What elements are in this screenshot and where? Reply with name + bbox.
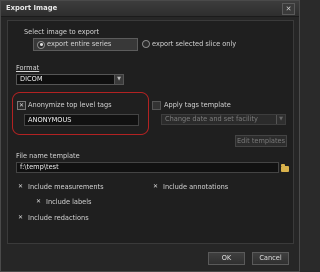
chevron-down-icon[interactable]: ▼ [276,115,285,124]
file-name-template-input[interactable]: f:\temp\test [16,162,279,173]
window-title: Export Image [6,4,58,12]
include-redactions-label[interactable]: Include redactions [28,214,89,222]
anonymize-value-field[interactable]: ANONYMOUS [24,114,139,126]
include-labels-label[interactable]: Include labels [46,198,91,206]
export-image-dialog: Export Image ✕ Select image to export ex… [0,0,300,272]
edit-templates-label: Edit templates [236,137,286,145]
anonymize-checkbox[interactable]: ✕ [17,101,26,110]
apply-tags-template-checkbox[interactable] [152,101,161,110]
include-measurements-checkbox[interactable]: ✕ [17,183,24,190]
export-entire-series-option[interactable]: export entire series [33,38,138,51]
tags-template-value: Change date and set facility [165,115,258,123]
anonymize-value: ANONYMOUS [28,116,72,124]
include-measurements-label[interactable]: Include measurements [28,183,104,191]
ok-button[interactable]: OK [208,252,245,265]
format-value: DICOM [20,75,43,83]
title-bar: Export Image ✕ [1,1,299,17]
include-labels-checkbox[interactable]: ✕ [35,198,42,205]
tags-template-select[interactable]: Change date and set facility ▼ [161,114,286,125]
file-name-template-value: f:\temp\test [20,163,59,171]
ok-label: OK [221,254,232,262]
cancel-label: Cancel [259,254,282,262]
select-image-label: Select image to export [24,28,100,36]
format-select[interactable]: DICOM ▼ [16,74,124,85]
apply-tags-template-label[interactable]: Apply tags template [164,101,231,109]
include-redactions-checkbox[interactable]: ✕ [17,214,24,221]
chevron-down-icon[interactable]: ▼ [114,75,123,84]
include-annotations-label[interactable]: Include annotations [163,183,228,191]
format-label: Format [16,64,40,72]
dialog-body: Select image to export export entire ser… [7,20,294,244]
include-annotations-checkbox[interactable]: ✕ [152,183,159,190]
anonymize-label[interactable]: Anonymize top level tags [28,101,112,109]
export-entire-series-label: export entire series [47,40,112,48]
cancel-button[interactable]: Cancel [252,252,289,265]
folder-icon[interactable] [281,164,289,172]
radio-entire-series[interactable] [37,40,45,49]
close-icon[interactable]: ✕ [282,3,295,15]
radio-selected-slice[interactable] [142,40,150,48]
edit-templates-button[interactable]: Edit templates [235,135,287,147]
file-name-template-label: File name template [16,152,80,160]
export-selected-slice-label[interactable]: export selected slice only [152,40,236,48]
